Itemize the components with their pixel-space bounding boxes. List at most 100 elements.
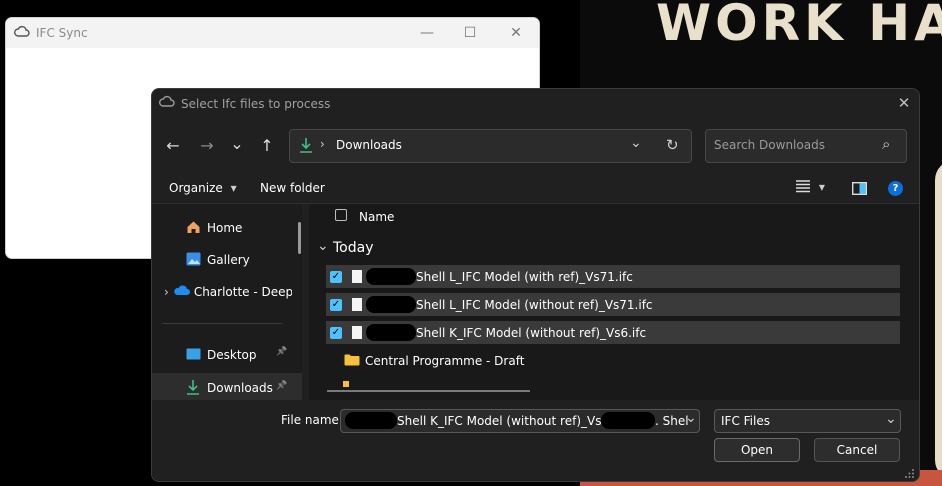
dialog-title: Select Ifc files to process [181,97,331,111]
arrow-up-icon: ↑ [260,135,274,155]
nav-scrollbar[interactable] [298,222,301,254]
minimize-button[interactable]: — [404,18,450,48]
app-titlebar: IFC Sync — ☐ ✕ [6,18,539,48]
organize-button[interactable]: Organize ▾ [169,181,237,195]
file-name-dropdown-icon[interactable]: ⌄ [685,410,697,426]
file-icon [352,298,362,311]
preview-pane-icon [851,181,868,198]
nav-item-label: Gallery [207,253,250,267]
arrow-left-icon: ← [166,135,180,155]
new-folder-button[interactable]: New folder [260,181,325,195]
redaction [366,268,416,285]
up-button[interactable]: ↑ [254,132,280,158]
chevron-right-icon: › [320,137,325,151]
group-header[interactable]: Today [333,240,374,256]
group-collapse-icon[interactable]: ⌄ [317,238,329,254]
onedrive-icon [173,285,190,299]
pin-icon: 📌 [276,381,288,391]
redaction [366,324,416,341]
chevron-down-icon: ⌄ [885,411,897,427]
file-name-value-tail: . Shel [655,414,689,428]
file-type-select[interactable]: IFC Files ⌄ [714,409,901,433]
folder-row[interactable]: Central Programme - Draft [326,349,900,372]
nav-item-desktop[interactable]: Desktop 📌 [152,341,292,369]
view-options-button[interactable]: ▾ [795,179,825,196]
redaction [601,412,655,429]
nav-item-onedrive[interactable]: › Charlotte - Deep [152,278,292,306]
file-open-dialog: Select Ifc files to process ✕ ← → ⌄ ↑ › … [151,88,920,482]
row-checkbox[interactable]: ✓ [330,270,342,283]
dialog-footer: File name: Shell K_IFC Model (without re… [152,400,919,481]
search-box[interactable]: Search Downloads ⌕ [705,129,907,163]
row-checkbox[interactable]: ✓ [330,326,342,339]
row-checkbox[interactable]: ✓ [330,298,342,311]
minimize-icon: — [420,25,434,41]
arrow-right-icon: → [200,135,214,155]
file-name: Shell K_IFC Model (without ref)_Vs6.ifc [416,325,647,340]
search-icon: ⌕ [882,135,891,153]
nav-item-downloads[interactable]: Downloads 📌 [152,373,302,403]
dialog-close-button[interactable]: ✕ [894,93,914,113]
downloads-icon [299,137,313,156]
file-name-value: Shell K_IFC Model (without ref)_Vs6.ifc" [397,414,633,428]
address-location[interactable]: Downloads [336,138,402,152]
recent-locations-button[interactable]: ⌄ [224,130,250,156]
file-icon [352,270,362,283]
chevron-down-icon: ⌄ [230,133,244,153]
folder-icon [344,353,360,369]
cancel-button[interactable]: Cancel [814,438,900,462]
search-placeholder: Search Downloads [714,138,825,152]
help-button[interactable]: ? [888,181,903,196]
file-icon [352,326,362,339]
redaction [366,296,416,313]
maximize-button[interactable]: ☐ [447,18,493,48]
preview-pane-button[interactable] [851,181,868,198]
address-bar[interactable]: › Downloads ⌄ ↻ [289,129,692,163]
close-button[interactable]: ✕ [493,18,539,48]
forward-button[interactable]: → [194,132,220,158]
poster-figure [935,160,942,480]
horizontal-scrollbar[interactable] [327,390,530,392]
file-row[interactable]: ✓ Shell L_IFC Model (with ref)_Vs71.ifc [326,265,900,288]
file-row[interactable]: ✓ Shell L_IFC Model (without ref)_Vs71.i… [326,293,900,316]
file-name-label: File name: [281,413,343,427]
file-name: Shell L_IFC Model (with ref)_Vs71.ifc [416,269,633,284]
folder-icon [343,381,349,387]
back-button[interactable]: ← [160,132,186,158]
nav-item-label: Downloads [207,381,273,395]
redaction [345,412,397,429]
nav-item-gallery[interactable]: Gallery [152,246,292,274]
resize-grip-icon[interactable] [905,468,915,481]
expand-chevron-icon[interactable]: › [164,285,169,299]
address-dropdown-icon[interactable]: ⌄ [630,135,642,151]
pin-icon: 📌 [276,347,288,357]
caret-down-icon: ▾ [230,181,237,195]
cloud-icon [14,25,30,42]
organize-label: Organize [169,181,223,195]
poster-text: WORK HA [656,0,942,52]
check-icon: ✓ [331,326,341,338]
file-name-input[interactable]: Shell K_IFC Model (without ref)_Vs6.ifc"… [340,409,700,433]
help-icon: ? [892,183,899,194]
file-name: Shell L_IFC Model (without ref)_Vs71.ifc [416,297,653,312]
refresh-icon[interactable]: ↻ [666,136,679,154]
nav-item-home[interactable]: Home [152,214,292,242]
file-type-value: IFC Files [721,414,770,428]
nav-item-label: Home [207,221,243,235]
list-view-icon [795,179,811,196]
select-all-checkbox[interactable] [335,209,347,221]
file-list: Name ⌄ Today ✓ Shell L_IFC Model (with r… [309,204,919,400]
nav-divider [162,323,282,324]
file-row[interactable]: ✓ Shell K_IFC Model (without ref)_Vs6.if… [326,321,900,344]
nav-item-label: Charlotte - Deep [193,285,292,299]
column-header-name[interactable]: Name [359,210,394,224]
check-icon: ✓ [331,270,341,282]
nav-item-label: Desktop [207,348,257,362]
open-button[interactable]: Open [714,438,800,462]
downloads-icon [186,379,202,398]
close-icon: ✕ [897,94,911,112]
navigation-pane: Home Gallery › Charlotte - Deep Desktop … [152,204,302,403]
gallery-icon [186,252,202,269]
home-icon [186,220,202,237]
close-icon: ✕ [510,25,522,41]
